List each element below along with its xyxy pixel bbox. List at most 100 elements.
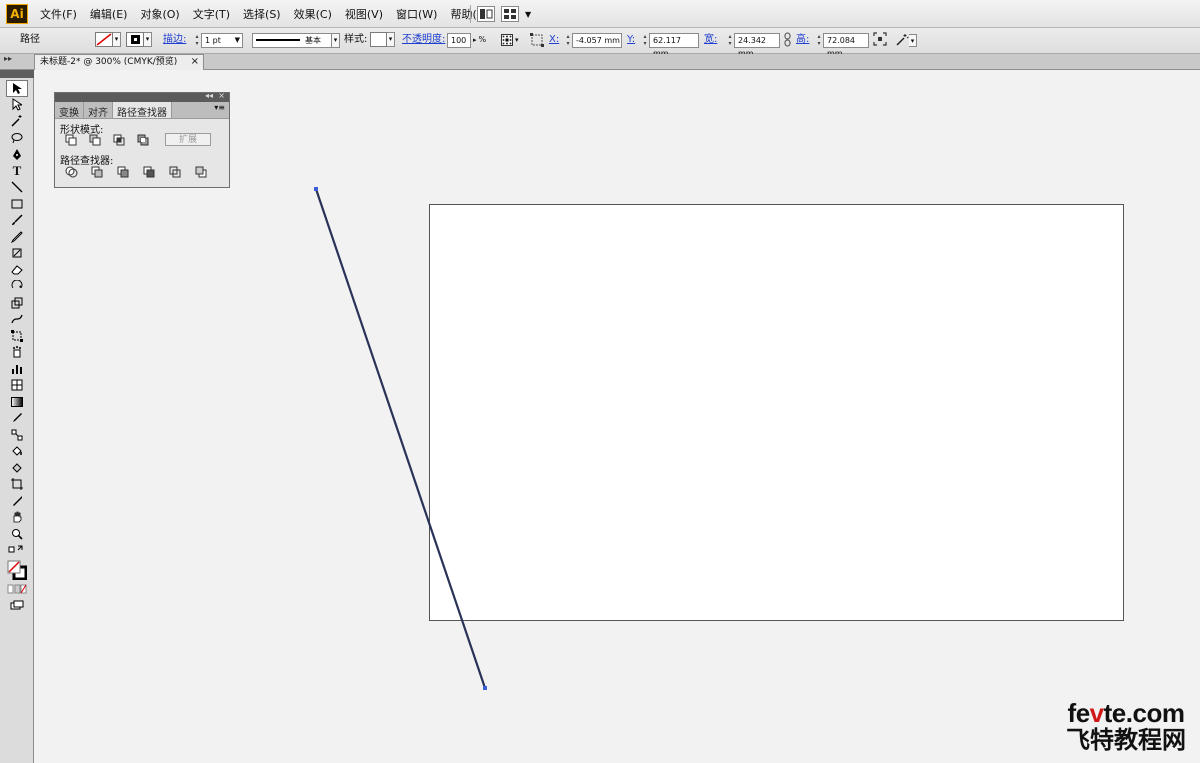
magic-wand-icon[interactable] [895,33,909,47]
opacity-field[interactable]: 100 [447,32,471,48]
menu-view[interactable]: 视图(V) [345,6,383,22]
chevron-down-icon[interactable]: ▾ [909,33,917,47]
reference-point-control[interactable]: ▾ [501,32,519,48]
blend-tool-icon[interactable] [6,427,28,444]
stroke-weight-field[interactable]: 1 pt ▼ [201,32,243,48]
stroke-link[interactable]: 描边: [163,32,186,48]
x-label[interactable]: X: [549,32,559,48]
unite-icon[interactable] [65,134,78,146]
rotate-tool-icon[interactable] [6,278,28,295]
close-icon[interactable]: × [191,55,199,69]
menu-type[interactable]: 文字(T) [193,6,230,22]
fill-none-swatch[interactable] [95,32,113,47]
merge-icon[interactable] [117,166,130,178]
line-segment-tool-icon[interactable] [6,179,28,196]
mesh-tool-icon[interactable] [6,377,28,394]
width-control[interactable]: ▴ ▾ 24.342 mm [726,32,780,58]
opacity-control[interactable]: 100 ▸ % [447,32,486,48]
zoom-tool-icon[interactable] [6,526,28,543]
height-control[interactable]: ▴ ▾ 72.084 mm [815,32,869,58]
gradient-tool-icon[interactable] [6,394,28,411]
height-field[interactable]: 72.084 mm [823,32,869,58]
close-icon[interactable]: × [218,91,225,100]
slice-tool-icon[interactable] [6,493,28,510]
artboard[interactable] [429,204,1124,621]
bridge-icon[interactable] [477,6,495,22]
stepper-icon[interactable]: ▴ ▾ [726,33,734,48]
transform-reference-icon-wrap[interactable] [530,32,544,48]
tab-transform[interactable]: 变换 [55,102,84,119]
opacity-link[interactable]: 不透明度: [402,32,445,48]
chevron-down-icon[interactable]: ▾ [387,32,395,47]
x-field[interactable]: -4.057 mm [572,32,622,48]
height-label[interactable]: 高: [796,32,809,48]
exclude-icon[interactable] [137,134,150,146]
magic-wand-tool-icon[interactable] [6,113,28,130]
intersect-icon[interactable] [113,134,126,146]
chevron-right-icon[interactable]: ▸ [473,32,477,48]
document-tab[interactable]: 未标题-2* @ 300% (CMYK/预览) × [34,54,204,70]
x-control[interactable]: ▴ ▾ -4.057 mm [564,32,622,48]
blob-brush-tool-icon[interactable] [6,245,28,262]
fill-stroke-swatches-icon[interactable] [6,559,28,581]
toolbox-grip[interactable] [0,70,34,78]
menu-edit[interactable]: 编辑(E) [90,6,128,22]
style-swatch-group[interactable]: ▾ [370,32,395,48]
stepper-icon[interactable]: ▴ ▾ [815,33,823,48]
eraser-tool-icon[interactable] [6,262,28,279]
stroke-swatch[interactable] [126,32,144,47]
pen-tool-icon[interactable] [6,146,28,163]
chevron-down-icon[interactable]: ▾ [144,32,152,47]
panel-menu-icon[interactable]: ▾≡ [214,103,225,112]
chevron-down-icon[interactable]: ▼ [525,10,531,19]
fill-swatch-group[interactable]: ▾ [95,32,121,48]
style-swatch[interactable] [370,32,387,47]
paintbrush-tool-icon[interactable] [6,212,28,229]
default-fill-stroke-icon[interactable] [6,542,28,559]
isolate-group-icon[interactable] [873,32,887,48]
crop-icon[interactable] [143,166,156,178]
width-label[interactable]: 宽: [704,32,717,48]
menu-file[interactable]: 文件(F) [40,6,77,22]
toolbox-collapse-icon[interactable]: ▸▸ [4,54,12,63]
tab-align[interactable]: 对齐 [84,102,113,119]
scale-tool-icon[interactable] [6,295,28,312]
chevron-down-icon[interactable]: ▾ [113,32,121,47]
stroke-swatch-group[interactable]: ▾ [126,32,152,48]
chevron-down-icon[interactable]: ▾ [515,32,519,48]
stroke-weight-control[interactable]: ▴ ▾ 1 pt ▼ [193,32,243,48]
menu-window[interactable]: 窗口(W) [396,6,437,22]
y-control[interactable]: ▴ ▾ 62.117 mm [641,32,699,58]
hand-tool-icon[interactable] [6,509,28,526]
stepper-icon[interactable]: ▴ ▾ [193,33,201,48]
reference-point-icon[interactable] [501,34,513,46]
color-mode-icons[interactable] [6,581,28,598]
stepper-icon[interactable]: ▴ ▾ [564,33,572,48]
menu-select[interactable]: 选择(S) [243,6,281,22]
outline-icon[interactable] [169,166,182,178]
type-tool-icon[interactable]: T [6,163,28,180]
panel-header[interactable]: ◂◂ × [55,91,229,102]
collapse-icon[interactable]: ◂◂ [205,91,213,100]
eyedropper-tool-icon[interactable] [6,410,28,427]
constrain-proportions-link-icon[interactable] [783,32,792,48]
pencil-tool-icon[interactable] [6,229,28,246]
tab-pathfinder[interactable]: 路径查找器 [113,102,172,119]
live-paint-selection-tool-icon[interactable] [6,460,28,477]
artboard-tool-icon[interactable] [6,476,28,493]
width-field[interactable]: 24.342 mm [734,32,780,58]
select-similar-control[interactable]: ▾ [895,32,917,48]
transform-grid-icon[interactable] [530,33,544,47]
free-transform-tool-icon[interactable] [6,328,28,345]
warp-tool-icon[interactable] [6,311,28,328]
direct-selection-tool-icon[interactable] [6,97,28,114]
menu-effect[interactable]: 效果(C) [294,6,332,22]
column-graph-tool-icon[interactable] [6,361,28,378]
arrange-documents-icon[interactable] [501,6,519,22]
minus-front-icon[interactable] [89,134,102,146]
divide-icon[interactable] [65,166,78,178]
rectangle-tool-icon[interactable] [6,196,28,213]
live-paint-bucket-tool-icon[interactable] [6,443,28,460]
expand-button[interactable]: 扩展 [165,133,211,146]
brush-field[interactable]: 基本 [252,32,332,48]
